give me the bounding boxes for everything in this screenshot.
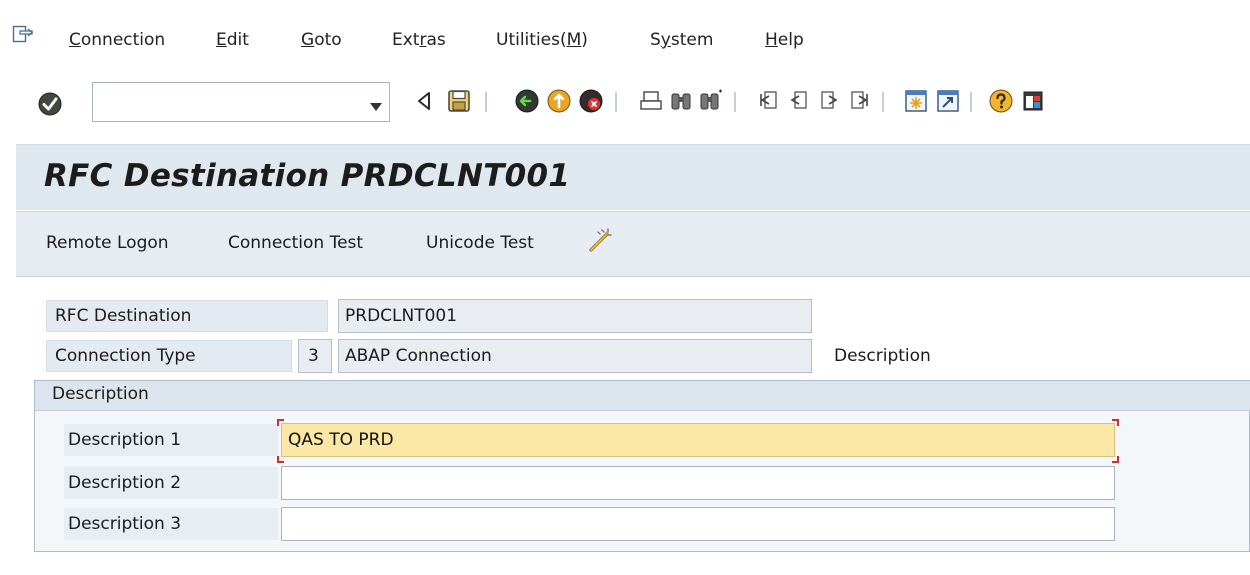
description-3-label: Description 3 xyxy=(64,508,278,540)
menu-goto[interactable]: Goto xyxy=(301,27,342,53)
rfc-destination-field[interactable]: PRDCLNT001 xyxy=(338,299,812,333)
focus-corner xyxy=(277,456,284,463)
menu-system[interactable]: System xyxy=(650,27,713,53)
menu-toggle-icon[interactable] xyxy=(12,25,34,45)
new-session-icon[interactable] xyxy=(903,88,929,114)
rfc-destination-label: RFC Destination xyxy=(46,300,328,332)
description-2-input[interactable] xyxy=(281,466,1115,500)
save-icon[interactable] xyxy=(446,88,472,114)
menu-bar xyxy=(0,0,1250,74)
application-toolbar xyxy=(16,211,1250,277)
description-group-title: Description xyxy=(52,384,149,404)
next-page-icon[interactable] xyxy=(816,88,842,114)
connection-type-field[interactable]: ABAP Connection xyxy=(338,339,812,373)
menu-system-text: S xyxy=(650,30,661,50)
create-shortcut-icon[interactable] xyxy=(935,88,961,114)
menu-utilities[interactable]: Utilities(M) xyxy=(496,27,588,53)
back-arrow-icon[interactable] xyxy=(412,88,438,114)
toolbar-separator xyxy=(882,92,884,112)
focus-corner xyxy=(1112,419,1119,426)
focus-corner xyxy=(277,419,284,426)
customize-layout-icon[interactable] xyxy=(1020,88,1046,114)
toolbar-separator xyxy=(615,92,617,112)
menu-connection-mnemonic: C xyxy=(69,30,81,50)
menu-system-text-rest: stem xyxy=(670,30,714,50)
command-dropdown-icon[interactable] xyxy=(369,97,383,111)
menu-help[interactable]: Help xyxy=(765,27,804,53)
cancel-icon[interactable] xyxy=(578,88,604,114)
focus-corner xyxy=(1112,456,1119,463)
description-group-header xyxy=(35,381,1250,411)
menu-utilities-mnemonic: M xyxy=(566,30,582,50)
exit-icon[interactable] xyxy=(546,88,572,114)
menu-utilities-text-rest: ) xyxy=(581,30,588,50)
menu-connection[interactable]: Connection xyxy=(69,27,165,53)
remote-logon-button[interactable]: Remote Logon xyxy=(46,233,169,253)
menu-extras-text: Ext xyxy=(392,30,420,50)
toolbar-separator xyxy=(970,92,972,112)
menu-extras[interactable]: Extras xyxy=(392,27,446,53)
menu-goto-text-rest: oto xyxy=(314,30,342,50)
connection-type-code-field[interactable]: 3 xyxy=(298,339,332,373)
wand-icon[interactable] xyxy=(584,226,614,256)
last-page-icon[interactable] xyxy=(846,88,872,114)
toolbar-separator xyxy=(485,92,487,112)
description-3-input[interactable] xyxy=(281,507,1115,541)
menu-connection-text-rest: onnection xyxy=(80,30,166,50)
description-2-label: Description 2 xyxy=(64,467,278,499)
connection-type-label: Connection Type xyxy=(46,340,292,372)
command-field[interactable] xyxy=(92,82,390,122)
description-label: Description xyxy=(834,346,931,366)
menu-system-mnemonic: y xyxy=(660,30,671,50)
description-1-label: Description 1 xyxy=(64,424,278,456)
find-next-icon[interactable] xyxy=(698,88,724,114)
menu-utilities-text: Utilities( xyxy=(496,30,567,50)
menu-help-text-rest: elp xyxy=(777,30,804,50)
first-page-icon[interactable] xyxy=(756,88,782,114)
menu-extras-text-rest: as xyxy=(426,30,446,50)
print-icon[interactable] xyxy=(638,88,664,114)
toolbar-separator xyxy=(734,92,736,112)
help-icon[interactable] xyxy=(988,88,1014,114)
menu-edit[interactable]: Edit xyxy=(216,27,249,53)
unicode-test-button[interactable]: Unicode Test xyxy=(426,233,534,253)
menu-edit-mnemonic: E xyxy=(216,30,227,50)
page-title: RFC Destination PRDCLNT001 xyxy=(44,158,571,194)
menu-edit-text-rest: dit xyxy=(226,30,249,50)
command-input[interactable] xyxy=(93,83,353,121)
menu-help-mnemonic: H xyxy=(765,30,778,50)
find-icon[interactable] xyxy=(668,88,694,114)
connection-test-button[interactable]: Connection Test xyxy=(228,233,363,253)
back-icon[interactable] xyxy=(514,88,540,114)
enter-icon[interactable] xyxy=(36,90,64,118)
previous-page-icon[interactable] xyxy=(786,88,812,114)
menu-goto-mnemonic: G xyxy=(301,30,315,50)
